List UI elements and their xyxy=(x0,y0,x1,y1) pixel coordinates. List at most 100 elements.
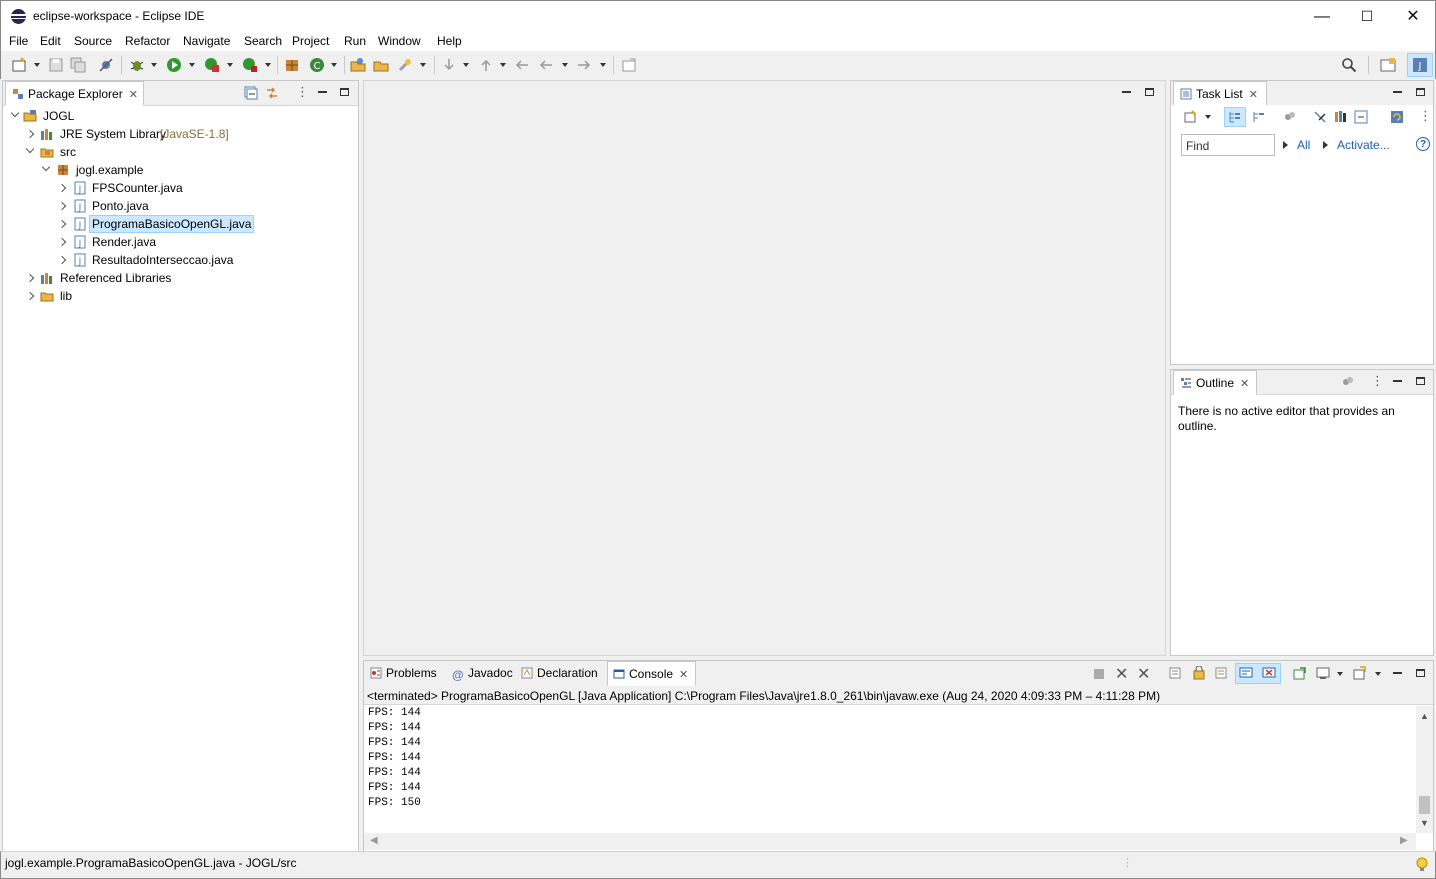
menu-search[interactable]: Search xyxy=(244,34,282,48)
forward-icon[interactable] xyxy=(576,57,592,73)
show-console-on-stdout-icon[interactable] xyxy=(1239,666,1253,680)
tree-item-file[interactable]: J Ponto.java xyxy=(3,197,358,215)
collapse-all-icon[interactable] xyxy=(244,86,258,100)
tree-item-file[interactable]: J FPSCounter.java xyxy=(3,179,358,197)
maximize-view-icon[interactable] xyxy=(1416,88,1425,96)
minimize-editor-icon[interactable] xyxy=(1122,91,1131,93)
close-tab-icon[interactable]: ✕ xyxy=(1249,83,1258,107)
scroll-right-icon[interactable]: ▶ xyxy=(1400,835,1408,846)
scheduled-icon[interactable] xyxy=(1252,110,1266,124)
scroll-lock-icon[interactable] xyxy=(1192,666,1206,680)
vertical-scrollbar[interactable]: ▲ ▼ xyxy=(1416,706,1433,833)
open-console-icon[interactable] xyxy=(1353,666,1367,680)
menu-source[interactable]: Source xyxy=(74,34,112,48)
tab-declaration[interactable]: Declaration xyxy=(519,661,598,685)
expand-chevron-icon[interactable] xyxy=(41,162,51,172)
minimize-view-icon[interactable] xyxy=(318,91,327,93)
open-task-icon[interactable] xyxy=(373,57,389,73)
maximize-button[interactable]: ☐ xyxy=(1344,1,1390,32)
expand-chevron-icon[interactable] xyxy=(57,183,67,193)
close-tab-icon[interactable]: ✕ xyxy=(129,83,138,107)
maximize-view-icon[interactable] xyxy=(340,88,349,96)
menu-window[interactable]: Window xyxy=(378,34,421,48)
tree-item-jre[interactable]: JRE System Library [JavaSE-1.8] xyxy=(3,125,358,143)
show-only-my-tasks-icon[interactable] xyxy=(1334,110,1348,124)
expand-chevron-icon[interactable] xyxy=(25,273,35,283)
link-with-editor-icon[interactable] xyxy=(265,86,279,100)
remove-all-terminated-icon[interactable]: ✕ xyxy=(1137,664,1150,684)
horizontal-scrollbar[interactable]: ◀ ▶ xyxy=(364,833,1416,850)
view-menu-icon[interactable]: ⋮ xyxy=(296,84,309,100)
tree-item-src[interactable]: src xyxy=(3,143,358,161)
close-button[interactable]: ✕ xyxy=(1390,1,1436,32)
scroll-up-icon[interactable]: ▲ xyxy=(1420,711,1429,721)
scroll-left-icon[interactable]: ◀ xyxy=(370,835,378,846)
all-link[interactable]: All xyxy=(1297,138,1310,152)
view-menu-icon[interactable]: ⋮ xyxy=(1419,108,1432,124)
tree-item-package[interactable]: jogl.example xyxy=(3,161,358,179)
expand-chevron-icon[interactable] xyxy=(57,237,67,247)
tree-item-file[interactable]: J ResultadoInterseccao.java xyxy=(3,251,358,269)
terminate-icon[interactable] xyxy=(1094,669,1104,679)
java-perspective-icon[interactable]: J xyxy=(1412,57,1428,73)
activate-link[interactable]: Activate... xyxy=(1337,138,1390,152)
new-icon[interactable] xyxy=(11,57,27,73)
scrollbar-thumb[interactable] xyxy=(1419,796,1430,814)
tree-item-file-selected[interactable]: J ProgramaBasicoOpenGL.java xyxy=(3,215,358,233)
tree-item-file[interactable]: J Render.java xyxy=(3,233,358,251)
new-java-package-icon[interactable] xyxy=(284,57,300,73)
external-tools-icon[interactable] xyxy=(242,57,258,73)
expand-chevron-icon[interactable] xyxy=(57,219,67,229)
menu-project[interactable]: Project xyxy=(292,34,329,48)
collapse-all-icon[interactable] xyxy=(1354,110,1368,124)
coverage-icon[interactable] xyxy=(204,57,220,73)
search-icon[interactable] xyxy=(1341,57,1357,73)
menu-edit[interactable]: Edit xyxy=(40,34,61,48)
menu-navigate[interactable]: Navigate xyxy=(183,34,230,48)
find-input[interactable]: Find xyxy=(1181,134,1275,156)
minimize-view-icon[interactable] xyxy=(1393,380,1402,382)
menu-help[interactable]: Help xyxy=(437,34,462,48)
maximize-editor-icon[interactable] xyxy=(1145,88,1154,96)
remove-launch-icon[interactable]: ✕ xyxy=(1115,664,1128,684)
tree-item-referenced-libraries[interactable]: Referenced Libraries xyxy=(3,269,358,287)
expand-chevron-icon[interactable] xyxy=(25,144,35,154)
next-annotation-icon[interactable] xyxy=(441,57,457,73)
categorized-icon[interactable] xyxy=(1228,110,1242,124)
display-selected-console-icon[interactable] xyxy=(1316,666,1330,680)
new-task-icon[interactable] xyxy=(1183,110,1197,124)
save-all-icon[interactable] xyxy=(70,57,86,73)
save-icon[interactable] xyxy=(48,57,64,73)
debug-icon[interactable] xyxy=(129,57,145,73)
perspective-icon[interactable] xyxy=(1380,57,1396,73)
tree-item-lib[interactable]: lib xyxy=(3,287,358,305)
pin-console-icon[interactable] xyxy=(1293,666,1307,680)
synchronize-icon[interactable] xyxy=(1390,110,1404,124)
menu-refactor[interactable]: Refactor xyxy=(125,34,170,48)
tab-package-explorer[interactable]: Package Explorer ✕ xyxy=(5,81,144,106)
expand-chevron-icon[interactable] xyxy=(10,108,20,118)
scroll-down-icon[interactable]: ▼ xyxy=(1420,818,1429,828)
expand-chevron-icon[interactable] xyxy=(57,255,67,265)
expand-chevron-icon[interactable] xyxy=(57,201,67,211)
last-edit-icon[interactable] xyxy=(514,57,530,73)
clear-console-icon[interactable] xyxy=(1169,666,1183,680)
hide-completed-icon[interactable] xyxy=(1313,110,1327,124)
tree-item-project[interactable]: JOGL xyxy=(3,107,358,125)
minimize-view-icon[interactable] xyxy=(1393,91,1402,93)
run-icon[interactable] xyxy=(166,57,182,73)
pin-editor-icon[interactable] xyxy=(621,57,637,73)
menu-run[interactable]: Run xyxy=(344,34,366,48)
new-java-class-icon[interactable]: C xyxy=(309,57,325,73)
focus-icon[interactable] xyxy=(1341,375,1355,389)
skip-breakpoints-icon[interactable] xyxy=(98,57,114,73)
menu-file[interactable]: File xyxy=(9,34,28,48)
expand-chevron-icon[interactable] xyxy=(25,129,35,139)
show-console-on-stderr-icon[interactable] xyxy=(1262,666,1276,680)
tab-javadoc[interactable]: @ Javadoc xyxy=(450,661,513,685)
lightbulb-icon[interactable] xyxy=(1415,857,1429,873)
word-wrap-icon[interactable] xyxy=(1215,666,1229,680)
tab-outline[interactable]: Outline ✕ xyxy=(1173,370,1257,395)
view-menu-icon[interactable]: ⋮ xyxy=(1371,373,1384,389)
previous-annotation-icon[interactable] xyxy=(478,57,494,73)
